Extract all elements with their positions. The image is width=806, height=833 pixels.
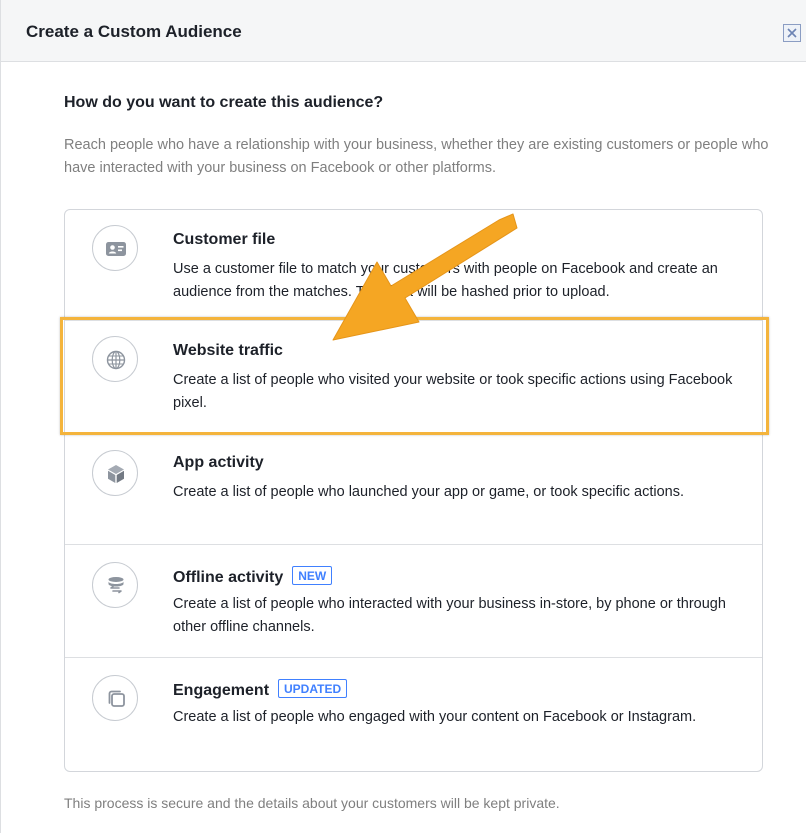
- option-description: Create a list of people who interacted w…: [173, 596, 726, 635]
- option-description: Create a list of people who engaged with…: [173, 709, 697, 725]
- dialog-title: Create a Custom Audience: [26, 22, 242, 41]
- dialog-header: Create a Custom Audience: [1, 0, 806, 62]
- option-description: Use a customer file to match your custom…: [173, 261, 718, 300]
- section-heading: How do you want to create this audience?: [64, 94, 384, 111]
- option-offline-activity[interactable]: Offline activity NEW Create a list of peo…: [65, 545, 762, 657]
- audience-options-list: Customer file Use a customer file to mat…: [64, 209, 763, 772]
- option-description: Create a list of people who launched you…: [173, 484, 685, 500]
- custom-audience-dialog: Create a Custom Audience How do you want…: [0, 0, 806, 833]
- database-icon: [92, 562, 138, 608]
- contact-card-icon: [92, 225, 138, 271]
- privacy-note: This process is secure and the details a…: [64, 795, 560, 811]
- option-title: Website traffic: [173, 342, 283, 359]
- intro-text: Reach people who have a relationship wit…: [64, 137, 769, 176]
- cube-icon: [92, 450, 138, 496]
- stacked-posts-icon: [92, 675, 138, 721]
- option-title-text: Offline activity: [173, 569, 284, 586]
- close-icon: [787, 28, 797, 38]
- option-title-text: Engagement: [173, 682, 270, 699]
- option-description: Create a list of people who visited your…: [173, 372, 733, 411]
- option-website-traffic[interactable]: Website traffic Create a list of people …: [65, 321, 762, 432]
- option-title: App activity: [173, 454, 264, 471]
- globe-icon: [92, 336, 138, 382]
- option-engagement[interactable]: Engagement UPDATED Create a list of peopl…: [65, 658, 762, 771]
- close-button[interactable]: [783, 24, 801, 42]
- option-title: Engagement UPDATED: [173, 679, 348, 700]
- option-title: Customer file: [173, 231, 276, 248]
- updated-badge: UPDATED: [278, 679, 348, 698]
- option-app-activity[interactable]: App activity Create a list of people who…: [65, 433, 762, 544]
- option-title: Offline activity NEW: [173, 566, 333, 587]
- new-badge: NEW: [292, 566, 333, 585]
- option-customer-file[interactable]: Customer file Use a customer file to mat…: [65, 210, 762, 320]
